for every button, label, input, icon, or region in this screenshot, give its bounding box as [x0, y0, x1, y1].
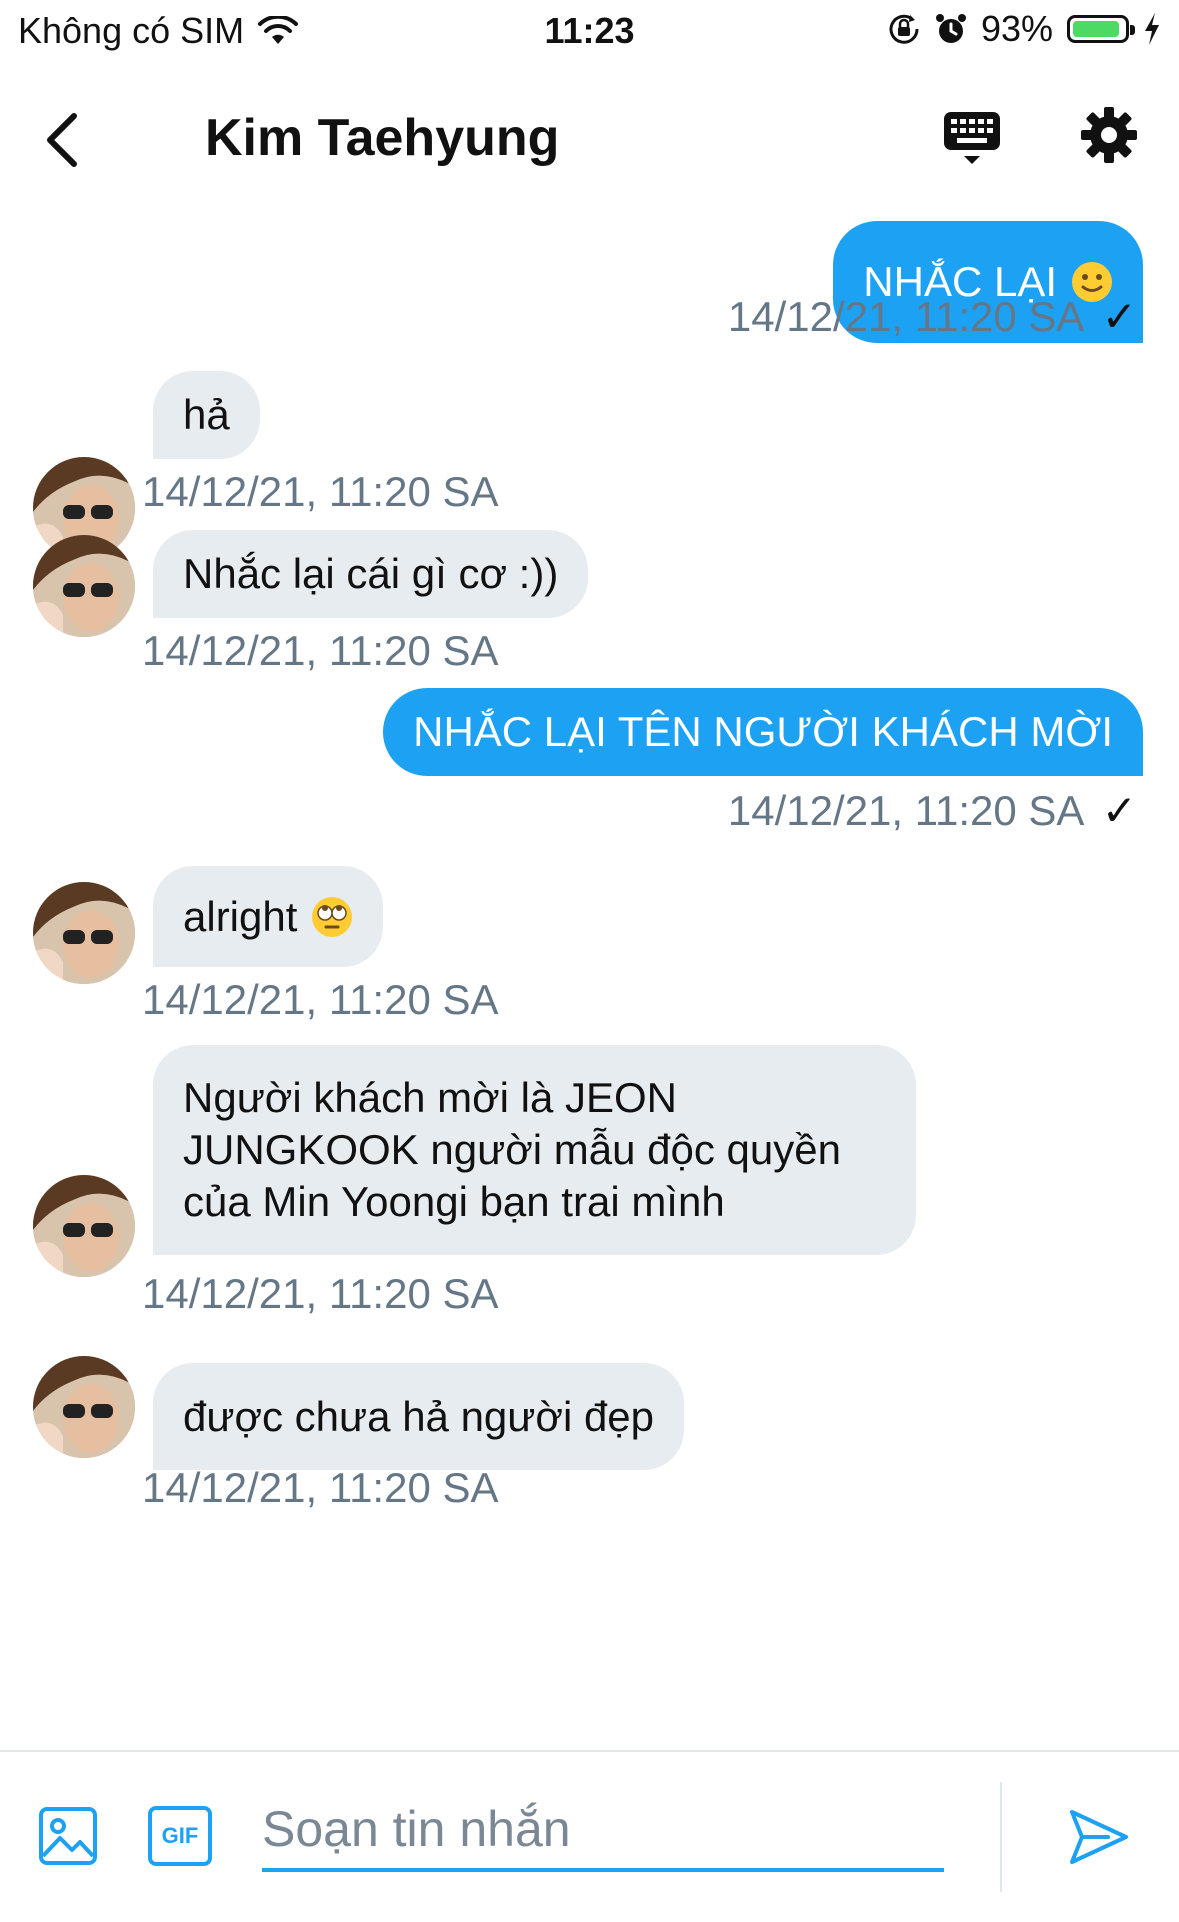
battery-fill	[1073, 21, 1120, 37]
timestamp-text: 14/12/21, 11:20 SA	[727, 293, 1083, 340]
battery-percent: 93%	[980, 8, 1053, 49]
avatar-image	[33, 1175, 135, 1277]
incoming-message-bubble[interactable]: hả	[153, 371, 260, 459]
keyboard-icon[interactable]	[940, 106, 1004, 170]
conversation-title[interactable]: Kim Taehyung	[205, 108, 559, 168]
outgoing-message-bubble[interactable]: NHẮC LẠI TÊN NGƯỜI KHÁCH MỜI	[383, 688, 1143, 776]
send-icon[interactable]	[1068, 1806, 1130, 1868]
message-composer: GIF	[0, 1750, 1179, 1922]
gif-label: GIF	[161, 1823, 199, 1848]
avatar[interactable]	[33, 535, 135, 637]
gif-icon[interactable]: GIF	[148, 1806, 212, 1866]
message-text: Người khách mời là JEON JUNGKOOK người m…	[183, 1074, 841, 1225]
message-timestamp: 14/12/21, 11:20 SA	[142, 976, 499, 1023]
composer-divider	[1000, 1782, 1002, 1892]
status-right: 93%	[887, 8, 1161, 50]
message-text: alright	[183, 892, 298, 940]
compose-message-input[interactable]	[262, 1790, 944, 1872]
message-list[interactable]: NHẮC LẠI 14/12/21, 11:20 SA ✓ hả 14/12/2…	[0, 200, 1179, 1750]
avatar[interactable]	[33, 1175, 135, 1277]
message-timestamp: 14/12/21, 11:20 SA ✓	[728, 786, 1137, 835]
message-text: hả	[183, 391, 230, 438]
message-timestamp: 14/12/21, 11:20 SA	[142, 1270, 499, 1317]
avatar-image	[33, 1356, 135, 1458]
timestamp-text: 14/12/21, 11:20 SA	[727, 787, 1083, 834]
charging-icon	[1145, 13, 1159, 45]
image-icon[interactable]	[38, 1806, 98, 1866]
avatar[interactable]	[33, 882, 135, 984]
alarm-icon	[935, 14, 966, 43]
message-timestamp: 14/12/21, 11:20 SA	[142, 468, 499, 515]
gear-icon[interactable]	[1080, 106, 1138, 164]
message-text: được chưa hả người đẹp	[183, 1392, 655, 1440]
incoming-message-bubble[interactable]: Nhắc lại cái gì cơ :))	[153, 530, 589, 618]
message-text: Nhắc lại cái gì cơ :))	[183, 550, 559, 597]
battery-icon	[1067, 15, 1135, 43]
face-with-rolling-eyes-icon	[312, 896, 353, 937]
message-timestamp: 14/12/21, 11:20 SA	[142, 1464, 499, 1511]
avatar-image	[33, 535, 135, 637]
rotation-lock-icon	[889, 14, 919, 44]
back-chevron-icon[interactable]	[38, 110, 88, 170]
message-timestamp: 14/12/21, 11:20 SA	[142, 627, 499, 674]
incoming-message-bubble[interactable]: alright	[153, 866, 384, 967]
avatar[interactable]	[33, 1356, 135, 1458]
conversation-header: Kim Taehyung	[0, 70, 1179, 210]
avatar-image	[33, 882, 135, 984]
message-timestamp: 14/12/21, 11:20 SA ✓	[728, 292, 1137, 341]
status-bar: Không có SIM 11:23 93%	[0, 0, 1179, 60]
read-check-icon: ✓	[1101, 293, 1137, 340]
message-text: NHẮC LẠI TÊN NGƯỜI KHÁCH MỜI	[413, 708, 1113, 755]
incoming-message-bubble[interactable]: được chưa hả người đẹp	[153, 1363, 685, 1470]
incoming-message-bubble[interactable]: Người khách mời là JEON JUNGKOOK người m…	[153, 1045, 916, 1255]
read-check-icon: ✓	[1101, 787, 1137, 834]
